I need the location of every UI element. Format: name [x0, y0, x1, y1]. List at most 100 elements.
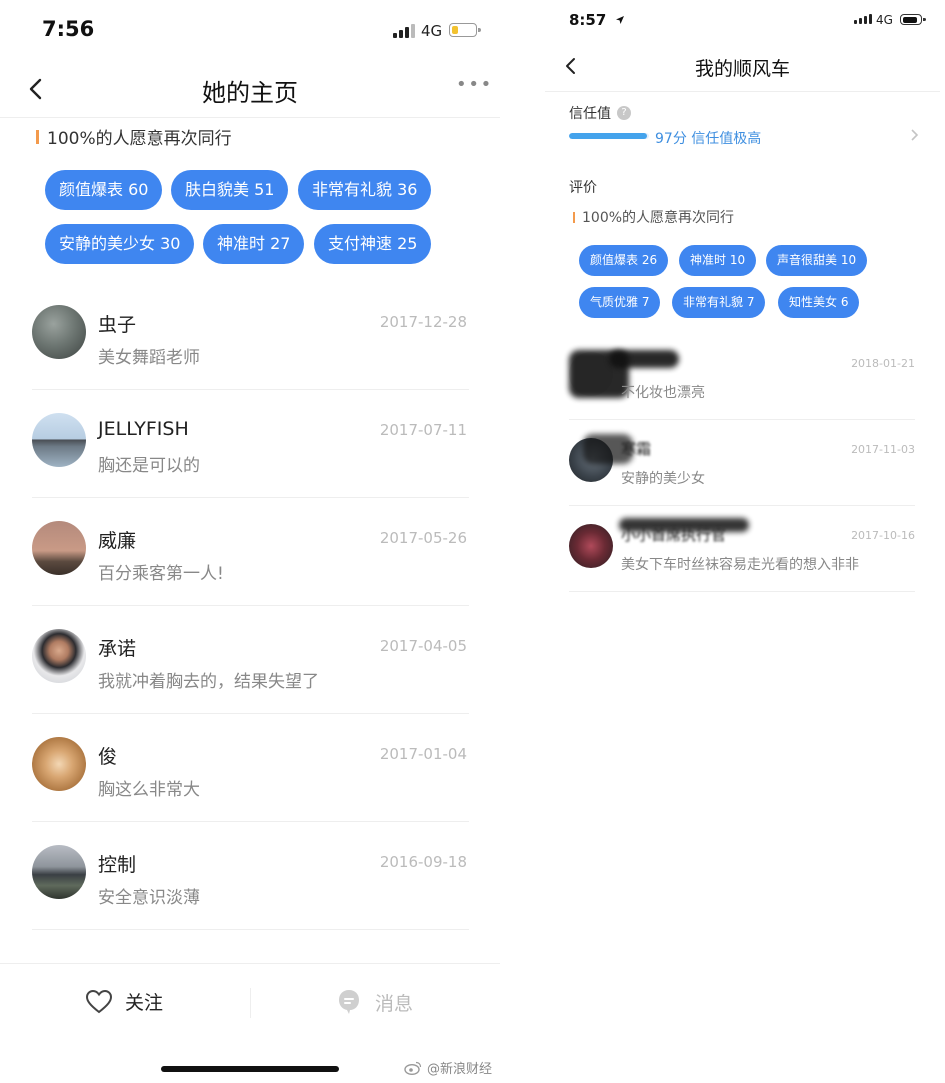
trust-heading: 信任值 ? [569, 103, 631, 123]
marker-bar [573, 211, 575, 223]
review-date: 2017-07-11 [379, 421, 467, 439]
tag[interactable]: 知性美女 6 [778, 287, 860, 318]
avatar[interactable] [32, 305, 86, 359]
tag[interactable]: 神准时 27 [203, 224, 305, 264]
review-item[interactable]: 小小首席执行官 2017-10-16 美女下车时丝袜容易走光看的想入非非 [569, 506, 915, 592]
review-list: 2018-01-21 不化妆也漂亮 寒霜 2017-11-03 安静的美少女 小… [569, 334, 915, 592]
review-item[interactable]: 俊 2017-01-04 胸这么非常大 [32, 714, 469, 822]
marker-bar [36, 129, 39, 144]
again-ride-stat: 100%的人愿意再次同行 [36, 124, 232, 149]
status-time: 8:57 [569, 11, 625, 29]
avatar[interactable] [32, 845, 86, 899]
review-item[interactable]: 虫子 2017-12-28 美女舞蹈老师 [32, 282, 469, 390]
trust-score-text: 97分 信任值极高 [655, 131, 762, 147]
review-item[interactable]: JELLYFISH 2017-07-11 胸还是可以的 [32, 390, 469, 498]
nav-bar: 她的主页 • • • [0, 60, 500, 118]
divider [250, 988, 251, 1018]
trust-label: 信任值 [569, 106, 611, 122]
tag[interactable]: 非常有礼貌 7 [672, 287, 766, 318]
help-icon[interactable]: ? [617, 106, 631, 120]
tag[interactable]: 神准时 10 [679, 245, 757, 276]
reviewer-name: 威廉 [98, 530, 137, 552]
more-icon[interactable]: • • • [456, 74, 491, 95]
tag[interactable]: 颜值爆表 26 [579, 245, 669, 276]
reviewer-name: 小小首席执行官 [621, 526, 727, 544]
battery-icon [449, 23, 481, 37]
location-arrow-icon [615, 16, 624, 24]
network-type: 4G [421, 22, 443, 40]
signal-icon [854, 14, 872, 24]
avatar[interactable] [32, 521, 86, 575]
review-date: 2018-01-21 [851, 357, 915, 370]
tag[interactable]: 声音很甜美 10 [766, 245, 868, 276]
review-date: 2017-01-04 [379, 745, 467, 763]
again-ride-text: 100%的人愿意再次同行 [582, 210, 735, 226]
network-type: 4G [876, 13, 893, 27]
reviewer-name: 虫子 [98, 314, 137, 336]
review-comment: 安全意识淡薄 [98, 888, 200, 908]
battery-icon [900, 14, 926, 25]
tag[interactable]: 气质优雅 7 [579, 287, 661, 318]
home-indicator [161, 1066, 339, 1072]
follow-label: 关注 [125, 992, 164, 1014]
watermark-text: @新浪财经 [427, 1062, 493, 1077]
nav-bar: 我的顺风车 [545, 40, 940, 92]
avatar[interactable] [32, 413, 86, 467]
signal-icon [393, 24, 415, 38]
again-ride-text: 100%的人愿意再次同行 [47, 129, 232, 149]
review-item[interactable]: 承诺 2017-04-05 我就冲着胸去的，结果失望了 [32, 606, 469, 714]
tag[interactable]: 非常有礼貌 36 [298, 170, 432, 210]
redaction-scribble [609, 350, 679, 368]
avatar[interactable] [32, 629, 86, 683]
reviewer-name: JELLYFISH [98, 418, 189, 440]
tag[interactable]: 支付神速 25 [314, 224, 432, 264]
avatar[interactable] [32, 737, 86, 791]
status-time-text: 8:57 [569, 11, 607, 29]
status-time: 7:56 [42, 17, 95, 41]
avatar[interactable] [569, 524, 613, 568]
trust-progress-bar [569, 133, 649, 139]
heart-icon [85, 989, 113, 1013]
review-item[interactable]: 控制 2016-09-18 安全意识淡薄 [32, 822, 469, 930]
review-comment: 安静的美少女 [621, 471, 705, 487]
review-date: 2017-12-28 [379, 313, 467, 331]
review-item[interactable]: 寒霜 2017-11-03 安静的美少女 [569, 420, 915, 506]
chevron-right-icon [911, 129, 919, 141]
review-comment: 美女下车时丝袜容易走光看的想入非非 [621, 557, 859, 573]
review-comment: 我就冲着胸去的，结果失望了 [98, 672, 319, 692]
review-date: 2017-10-16 [851, 529, 915, 542]
trust-score-row[interactable]: 97分 信任值极高 [569, 125, 919, 149]
review-comment: 百分乘客第一人! [98, 564, 224, 584]
status-bar: 8:57 4G [545, 0, 940, 40]
tag[interactable]: 安静的美少女 30 [45, 224, 195, 264]
eval-heading: 评价 [569, 180, 597, 196]
page-title: 我的顺风车 [694, 58, 790, 80]
reviewer-name: 寒霜 [621, 440, 652, 458]
review-list: 虫子 2017-12-28 美女舞蹈老师 JELLYFISH 2017-07-1… [32, 282, 469, 930]
reviewer-name: 俊 [98, 746, 118, 768]
watermark: @新浪财经 [404, 1058, 492, 1077]
weibo-logo-icon [404, 1061, 422, 1075]
review-date: 2017-04-05 [379, 637, 467, 655]
tag[interactable]: 颜值爆表 60 [45, 170, 163, 210]
tag[interactable]: 肤白貌美 51 [171, 170, 289, 210]
status-bar: 7:56 4G [0, 0, 500, 60]
review-date: 2016-09-18 [379, 853, 467, 871]
message-icon [339, 990, 359, 1014]
trust-progress-fill [569, 133, 647, 139]
follow-button[interactable]: 关注 [85, 988, 163, 1015]
reviewer-name: 承诺 [98, 638, 137, 660]
review-comment: 美女舞蹈老师 [98, 348, 200, 368]
review-item[interactable]: 2018-01-21 不化妆也漂亮 [569, 334, 915, 420]
review-comment: 不化妆也漂亮 [621, 385, 705, 401]
again-ride-stat: 100%的人愿意再次同行 [573, 207, 734, 227]
review-date: 2017-05-26 [379, 529, 467, 547]
right-screen: 8:57 4G 我的顺风车 信任值 ? 97分 信任值极高 评价 100%的人愿… [545, 0, 940, 600]
review-date: 2017-11-03 [851, 443, 915, 456]
review-item[interactable]: 威廉 2017-05-26 百分乘客第一人! [32, 498, 469, 606]
page-title: 她的主页 [202, 79, 298, 107]
reviewer-name: 控制 [98, 854, 137, 876]
left-screen: 7:56 4G 她的主页 • • • 100%的人愿意再次同行 颜值爆表 60 … [0, 0, 500, 1083]
message-label: 消息 [375, 992, 414, 1015]
message-button[interactable]: 消息 [337, 988, 413, 1016]
